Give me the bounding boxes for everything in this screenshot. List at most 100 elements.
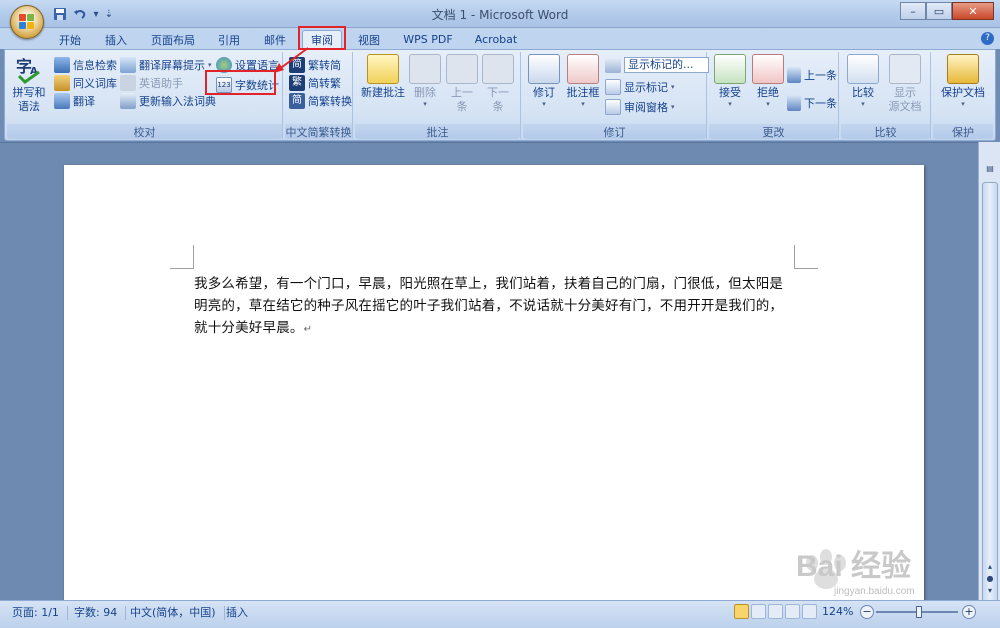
thesaurus-button[interactable]: 同义词库: [54, 74, 117, 92]
vertical-scrollbar[interactable]: ▤ ▴ ● ▾: [978, 142, 1000, 622]
zoom-slider-thumb[interactable]: [916, 606, 922, 618]
accept-label: 接受: [719, 86, 741, 99]
window-controls: – ▭ ✕: [900, 2, 994, 20]
translation-tip-button[interactable]: 翻译屏幕提示 ▾: [120, 56, 212, 74]
show-markup-icon: [605, 79, 621, 95]
balloons-button[interactable]: 批注框 ▾: [563, 54, 603, 108]
show-source-label-1: 显示: [894, 86, 916, 99]
group-label-compare: 比较: [841, 124, 930, 139]
delete-comment-button[interactable]: 删除 ▾: [409, 54, 441, 108]
accept-button[interactable]: 接受 ▾: [713, 54, 747, 108]
thesaurus-label: 同义词库: [73, 77, 117, 90]
status-insert-mode[interactable]: 插入: [218, 606, 256, 620]
chevron-down-icon: ▾: [671, 103, 675, 111]
previous-comment-icon: [446, 54, 478, 84]
status-page[interactable]: 页面: 1/1: [4, 606, 68, 620]
new-comment-button[interactable]: 新建批注: [359, 54, 407, 100]
research-icon: [54, 57, 70, 73]
previous-change-button[interactable]: 上一条: [787, 66, 837, 84]
spell-check-icon: 字 A: [16, 57, 40, 84]
tab-home[interactable]: 开始: [54, 30, 86, 49]
full-screen-reading-icon[interactable]: [751, 604, 766, 619]
spell-grammar-button[interactable]: 字 A 拼写和 语法: [11, 54, 47, 114]
outline-icon[interactable]: [785, 604, 800, 619]
group-label-proofing: 校对: [7, 124, 282, 139]
group-label-tracking: 修订: [523, 124, 706, 139]
to-traditional-button[interactable]: 繁 简转繁: [289, 74, 341, 92]
reviewing-pane-button[interactable]: 审阅窗格 ▾: [605, 98, 675, 116]
close-button[interactable]: ✕: [952, 2, 994, 20]
view-buttons: [734, 604, 817, 619]
tab-acrobat[interactable]: Acrobat: [468, 30, 524, 49]
reject-icon: [752, 54, 784, 84]
lock-icon: [947, 54, 979, 84]
status-bar: 页面: 1/1 字数: 94 中文(简体，中国) 插入 124% − +: [0, 600, 1000, 628]
tab-references[interactable]: 引用: [213, 30, 245, 49]
delete-comment-label: 删除: [414, 86, 436, 99]
print-layout-icon[interactable]: [734, 604, 749, 619]
margin-corner-top-right: [794, 245, 818, 269]
translate-button[interactable]: 翻译: [54, 92, 95, 110]
update-ime-label: 更新输入法词典: [139, 95, 216, 108]
english-assistant-icon: [120, 75, 136, 91]
chevron-down-icon: ▾: [728, 100, 732, 108]
next-change-button[interactable]: 下一条: [787, 94, 837, 112]
conversion-button[interactable]: 简 简繁转换: [289, 92, 352, 110]
chevron-down-icon: ▾: [581, 100, 585, 108]
track-changes-icon: [528, 54, 560, 84]
group-proofing: 字 A 拼写和 语法 信息检索 同义词库 翻译 翻译屏幕提示 ▾ 英语助手 更新…: [7, 52, 283, 139]
maximize-button[interactable]: ▭: [926, 2, 952, 20]
new-comment-label: 新建批注: [361, 86, 405, 99]
zoom-level[interactable]: 124%: [822, 605, 853, 618]
show-markup-label: 显示标记: [624, 81, 668, 94]
tab-page-layout[interactable]: 页面布局: [146, 30, 200, 49]
next-comment-label-2: 条: [492, 100, 504, 113]
help-icon[interactable]: ?: [981, 32, 994, 45]
next-comment-button[interactable]: 下一 条: [481, 54, 515, 114]
chevron-down-icon: ▾: [542, 100, 546, 108]
tab-insert[interactable]: 插入: [100, 30, 132, 49]
track-changes-button[interactable]: 修订 ▾: [527, 54, 561, 108]
browse-object-icon[interactable]: ●: [983, 574, 997, 586]
next-change-icon: [787, 95, 801, 111]
next-page-icon[interactable]: ▾: [983, 586, 997, 598]
chevron-down-icon: ▾: [671, 83, 675, 91]
conversion-icon: 简: [289, 93, 305, 109]
previous-change-label: 上一条: [804, 69, 837, 82]
research-button[interactable]: 信息检索: [54, 56, 117, 74]
protect-document-button[interactable]: 保护文档 ▾: [935, 54, 991, 108]
tab-wps-pdf[interactable]: WPS PDF: [398, 30, 458, 49]
tab-view[interactable]: 视图: [353, 30, 385, 49]
document-body[interactable]: 我多么希望，有一个门口，早晨，阳光照在草上，我们站着，扶着自己的门扇，门很低，但…: [194, 273, 794, 341]
display-for-review-value: 显示标记的...: [624, 57, 709, 73]
translate-icon: [54, 93, 70, 109]
delete-comment-icon: [409, 54, 441, 84]
research-label: 信息检索: [73, 59, 117, 72]
margin-corner-top-left: [170, 245, 194, 269]
display-for-review-dropdown[interactable]: 显示标记的...: [605, 56, 709, 74]
english-assistant-button[interactable]: 英语助手: [120, 74, 183, 92]
ruler-toggle-icon[interactable]: ▤: [983, 164, 997, 178]
reject-button[interactable]: 拒绝 ▾: [751, 54, 785, 108]
show-source-button[interactable]: 显示 源文档: [883, 54, 927, 114]
office-logo-icon: [19, 14, 35, 30]
show-source-icon: [889, 54, 921, 84]
zoom-in-icon[interactable]: +: [962, 605, 976, 619]
office-button[interactable]: [10, 5, 44, 39]
draft-icon[interactable]: [802, 604, 817, 619]
minimize-button[interactable]: –: [900, 2, 926, 20]
compare-button[interactable]: 比较 ▾: [845, 54, 881, 108]
show-markup-button[interactable]: 显示标记 ▾: [605, 78, 675, 96]
zoom-out-icon[interactable]: −: [860, 605, 874, 619]
window-title: 文档 1 - Microsoft Word: [431, 8, 569, 22]
previous-page-icon[interactable]: ▴: [983, 562, 997, 574]
status-language[interactable]: 中文(简体，中国): [122, 606, 225, 620]
update-ime-button[interactable]: 更新输入法词典: [120, 92, 216, 110]
web-layout-icon[interactable]: [768, 604, 783, 619]
scroll-thumb[interactable]: [982, 182, 998, 622]
previous-comment-button[interactable]: 上一 条: [445, 54, 479, 114]
status-word-count[interactable]: 字数: 94: [66, 606, 127, 620]
group-label-changes: 更改: [709, 124, 838, 139]
group-comments: 新建批注 删除 ▾ 上一 条 下一 条 批注: [355, 52, 521, 139]
reviewing-pane-label: 审阅窗格: [624, 101, 668, 114]
